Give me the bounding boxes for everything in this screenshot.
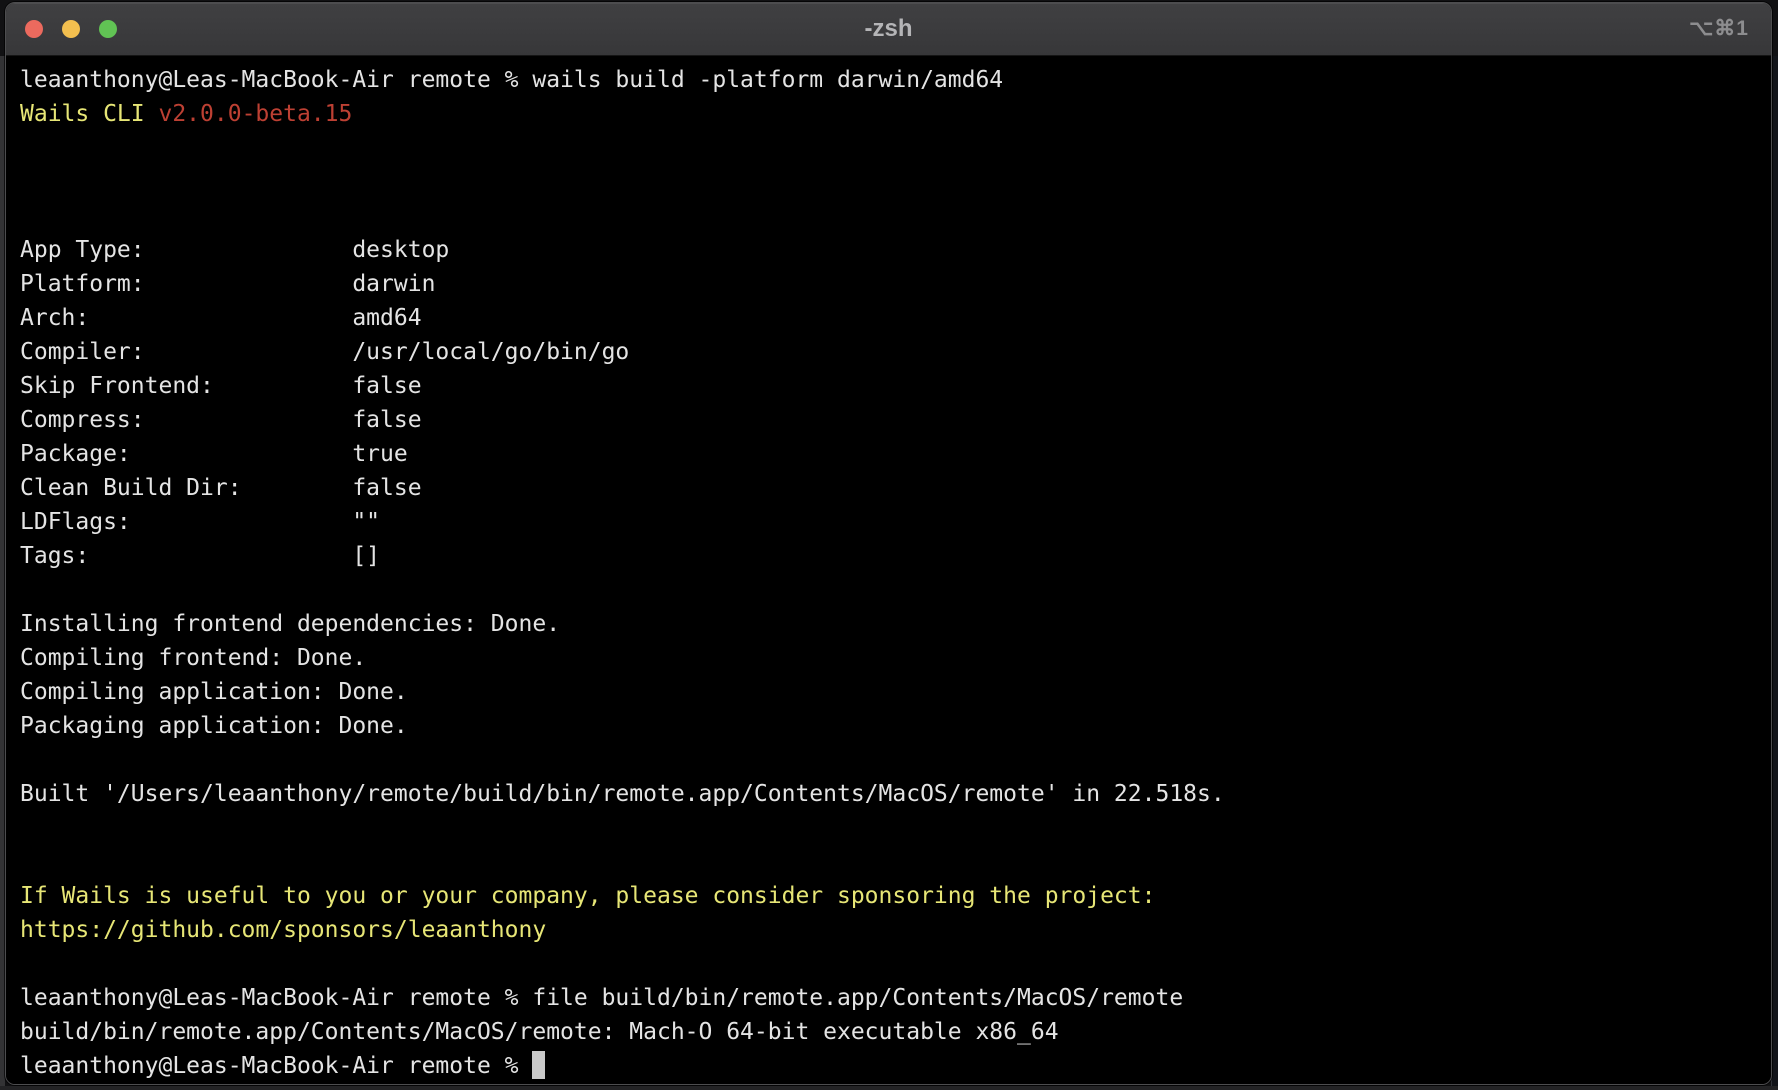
terminal-line: Package: true bbox=[20, 437, 1771, 471]
terminal-line: Compiler: /usr/local/go/bin/go bbox=[20, 335, 1771, 369]
terminal-text-segment: Skip Frontend: false bbox=[20, 373, 422, 399]
terminal-line: LDFlags: "" bbox=[20, 505, 1771, 539]
terminal-text-segment: Arch: amd64 bbox=[20, 305, 422, 331]
terminal-text-segment: Compress: false bbox=[20, 407, 422, 433]
terminal-line: Compress: false bbox=[20, 403, 1771, 437]
terminal-text-segment: Wails CLI bbox=[20, 101, 158, 127]
terminal-line: Platform: darwin bbox=[20, 267, 1771, 301]
window-shortcut-badge: ⌥⌘1 bbox=[1689, 3, 1749, 55]
background-edge-bottom bbox=[0, 1086, 1778, 1090]
terminal-line: Built '/Users/leaanthony/remote/build/bi… bbox=[20, 777, 1771, 811]
close-button[interactable] bbox=[25, 20, 43, 38]
terminal-text-segment: Compiling application: Done. bbox=[20, 679, 408, 705]
terminal-text-segment: Compiler: /usr/local/go/bin/go bbox=[20, 339, 629, 365]
terminal-line: leaanthony@Leas-MacBook-Air remote % wai… bbox=[20, 63, 1771, 97]
terminal-text-segment: Built '/Users/leaanthony/remote/build/bi… bbox=[20, 781, 1225, 807]
terminal-text-segment: https://github.com/sponsors/leaanthony bbox=[20, 917, 546, 943]
terminal-line: If Wails is useful to you or your compan… bbox=[20, 879, 1771, 913]
terminal-line: Compiling application: Done. bbox=[20, 675, 1771, 709]
terminal-line: Packaging application: Done. bbox=[20, 709, 1771, 743]
terminal-line: build/bin/remote.app/Contents/MacOS/remo… bbox=[20, 1015, 1771, 1049]
terminal-line: App Type: desktop bbox=[20, 233, 1771, 267]
terminal-line: Clean Build Dir: false bbox=[20, 471, 1771, 505]
terminal-window: -zsh ⌥⌘1 leaanthony@Leas-MacBook-Air rem… bbox=[5, 2, 1772, 1085]
terminal-line bbox=[20, 743, 1771, 777]
terminal-line bbox=[20, 573, 1771, 607]
terminal-line: Wails CLI v2.0.0-beta.15 bbox=[20, 97, 1771, 131]
terminal-output[interactable]: leaanthony@Leas-MacBook-Air remote % wai… bbox=[6, 56, 1771, 1084]
terminal-line: Compiling frontend: Done. bbox=[20, 641, 1771, 675]
terminal-text-segment: If Wails is useful to you or your compan… bbox=[20, 883, 1155, 909]
terminal-line bbox=[20, 811, 1771, 845]
terminal-line: Tags: [] bbox=[20, 539, 1771, 573]
terminal-line bbox=[20, 199, 1771, 233]
terminal-text-segment: Clean Build Dir: false bbox=[20, 475, 422, 501]
title-bar[interactable]: -zsh ⌥⌘1 bbox=[6, 3, 1771, 56]
terminal-line: leaanthony@Leas-MacBook-Air remote % fil… bbox=[20, 981, 1771, 1015]
window-title: -zsh bbox=[6, 3, 1771, 55]
background-edge-right bbox=[1771, 56, 1778, 1090]
terminal-text-segment: Installing frontend dependencies: Done. bbox=[20, 611, 560, 637]
terminal-text-segment: leaanthony@Leas-MacBook-Air remote % bbox=[20, 1053, 532, 1079]
terminal-text-segment: Platform: darwin bbox=[20, 271, 435, 297]
terminal-line bbox=[20, 131, 1771, 165]
terminal-text-segment: Tags: [] bbox=[20, 543, 380, 569]
terminal-text-segment: Packaging application: Done. bbox=[20, 713, 408, 739]
terminal-text-segment: LDFlags: "" bbox=[20, 509, 380, 535]
zoom-button[interactable] bbox=[99, 20, 117, 38]
terminal-text-segment: Compiling frontend: Done. bbox=[20, 645, 366, 671]
terminal-line bbox=[20, 845, 1771, 879]
minimize-button[interactable] bbox=[62, 20, 80, 38]
terminal-line: leaanthony@Leas-MacBook-Air remote % bbox=[20, 1049, 1771, 1083]
terminal-text-segment: leaanthony@Leas-MacBook-Air remote % fil… bbox=[20, 985, 1183, 1011]
terminal-text-segment: v2.0.0-beta.15 bbox=[158, 101, 352, 127]
terminal-line: https://github.com/sponsors/leaanthony bbox=[20, 913, 1771, 947]
terminal-text-segment: build/bin/remote.app/Contents/MacOS/remo… bbox=[20, 1019, 1059, 1045]
terminal-line bbox=[20, 165, 1771, 199]
terminal-line: Installing frontend dependencies: Done. bbox=[20, 607, 1771, 641]
terminal-text-segment: leaanthony@Leas-MacBook-Air remote % wai… bbox=[20, 67, 1003, 93]
traffic-lights bbox=[25, 20, 117, 38]
terminal-text-segment: Package: true bbox=[20, 441, 408, 467]
terminal-cursor bbox=[532, 1051, 545, 1079]
terminal-line: Arch: amd64 bbox=[20, 301, 1771, 335]
terminal-line bbox=[20, 947, 1771, 981]
terminal-text-segment: App Type: desktop bbox=[20, 237, 449, 263]
terminal-line: Skip Frontend: false bbox=[20, 369, 1771, 403]
